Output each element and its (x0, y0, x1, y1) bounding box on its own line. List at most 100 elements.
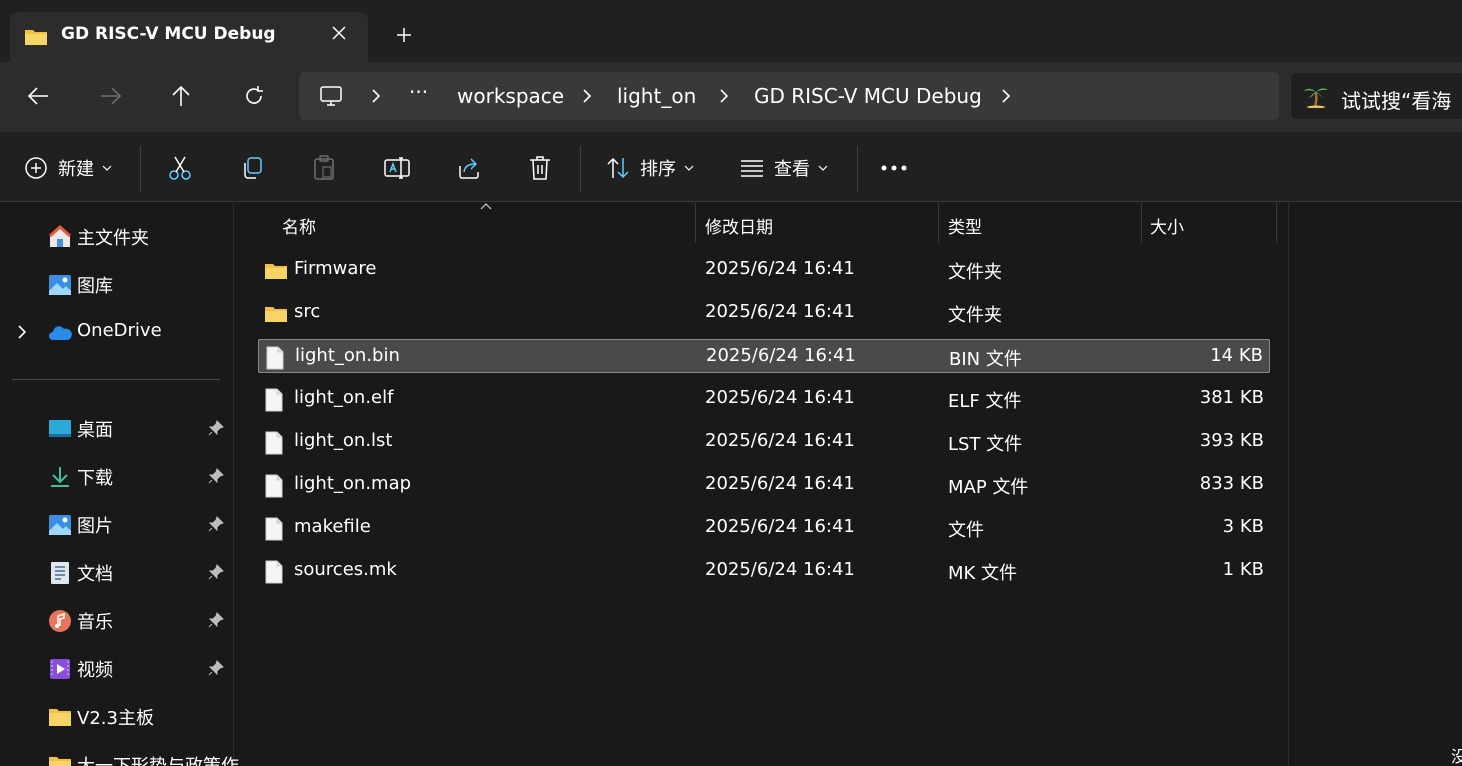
file-name: light_on.lst (294, 430, 393, 451)
sidebar-item-pictures[interactable]: 图片 (0, 506, 234, 542)
sidebar-item-policy-folder[interactable]: 大一下形势与政策作 (0, 746, 239, 766)
more-options-button[interactable] (880, 154, 908, 182)
chevron-down-icon (818, 165, 828, 171)
music-icon (49, 610, 71, 632)
table-row[interactable]: Firmware 2025/6/24 16:41 文件夹 (258, 253, 1270, 287)
column-divider[interactable] (1276, 203, 1277, 243)
active-tab[interactable]: GD RISC-V MCU Debug (10, 12, 368, 62)
share-button[interactable] (456, 154, 482, 182)
videos-icon (50, 659, 70, 679)
chevron-right-icon[interactable] (16, 324, 28, 340)
file-type: ELF 文件 (948, 391, 1022, 412)
sidebar-item-downloads[interactable]: 下载 (0, 458, 234, 494)
file-icon (264, 560, 284, 588)
column-header-size[interactable]: 大小 (1142, 203, 1276, 243)
home-icon (48, 225, 72, 247)
column-name-label: 名称 (282, 218, 316, 238)
cut-button[interactable] (168, 154, 192, 182)
sidebar-item-label: 图库 (77, 276, 113, 297)
sort-button[interactable]: 排序 (606, 154, 694, 182)
file-date: 2025/6/24 16:41 (705, 301, 855, 322)
breadcrumb-light-on[interactable]: light_on (617, 84, 696, 108)
file-list: 名称 修改日期 类型 大小 Firmware 2025/6/24 16:41 文件夹… (236, 203, 1288, 766)
sidebar-item-label: 大一下形势与政策作 (77, 752, 239, 766)
search-box[interactable]: 试试搜“看海 (1290, 72, 1462, 120)
column-date-label: 修改日期 (705, 218, 773, 238)
file-name: sources.mk (294, 559, 397, 580)
table-row[interactable]: light_on.bin 2025/6/24 16:41 BIN 文件 14 KB (258, 339, 1270, 373)
documents-icon (51, 562, 69, 584)
copy-icon (244, 157, 262, 179)
tab-title: GD RISC-V MCU Debug (61, 24, 276, 44)
new-tab-icon[interactable] (392, 23, 416, 47)
new-button[interactable]: 新建 (24, 154, 112, 182)
copy-button[interactable] (240, 154, 264, 182)
file-name: light_on.map (294, 473, 412, 494)
clipboard-icon (314, 155, 334, 180)
view-button[interactable]: 查看 (740, 154, 828, 182)
file-icon (264, 431, 284, 459)
chevron-right-icon[interactable] (997, 87, 1015, 105)
sidebar-item-label: 视频 (77, 660, 113, 681)
pin-icon[interactable] (208, 516, 224, 532)
up-arrow-icon[interactable] (167, 82, 195, 110)
sidebar-item-videos[interactable]: 视频 (0, 650, 234, 686)
table-row[interactable]: sources.mk 2025/6/24 16:41 MK 文件 1 KB (258, 554, 1270, 588)
file-type: 文件夹 (948, 305, 1002, 326)
breadcrumb-workspace[interactable]: workspace (457, 84, 564, 108)
pin-icon[interactable] (208, 660, 224, 676)
file-size: 14 KB (1210, 345, 1263, 366)
column-header-date[interactable]: 修改日期 (696, 203, 938, 243)
close-tab-icon[interactable] (328, 22, 350, 44)
scissors-icon (169, 156, 191, 180)
column-header-type[interactable]: 类型 (939, 203, 1141, 243)
pin-icon[interactable] (208, 468, 224, 484)
folder-icon (49, 757, 71, 766)
sidebar-item-label: 桌面 (77, 420, 113, 441)
table-row[interactable]: light_on.elf 2025/6/24 16:41 ELF 文件 381 KB (258, 382, 1270, 416)
table-row[interactable]: src 2025/6/24 16:41 文件夹 (258, 296, 1270, 330)
pin-icon[interactable] (208, 612, 224, 628)
table-row[interactable]: light_on.map 2025/6/24 16:41 MAP 文件 833 KB (258, 468, 1270, 502)
sidebar-item-v23-board[interactable]: V2.3主板 (0, 698, 234, 734)
back-arrow-icon[interactable] (24, 82, 52, 110)
refresh-icon[interactable] (240, 82, 268, 110)
column-header-name[interactable]: 名称 (236, 203, 695, 243)
file-date: 2025/6/24 16:41 (705, 430, 855, 451)
chevron-right-icon[interactable] (715, 87, 733, 105)
sidebar-item-music[interactable]: 音乐 (0, 602, 234, 638)
table-row[interactable]: light_on.lst 2025/6/24 16:41 LST 文件 393 KB (258, 425, 1270, 459)
palm-tree-icon (1303, 84, 1329, 112)
title-bar: GD RISC-V MCU Debug (0, 0, 1462, 62)
delete-button[interactable] (528, 154, 552, 182)
address-bar[interactable]: ··· workspace light_on GD RISC-V MCU Deb… (299, 72, 1279, 120)
sidebar-item-onedrive[interactable]: OneDrive (0, 314, 234, 350)
file-date: 2025/6/24 16:41 (706, 345, 856, 366)
sidebar-item-gallery[interactable]: 图库 (0, 266, 234, 302)
file-size: 3 KB (1222, 516, 1264, 537)
sort-icon (607, 157, 629, 179)
file-size: 393 KB (1199, 430, 1264, 451)
sidebar-item-label: 图片 (77, 516, 113, 537)
sidebar-item-desktop[interactable]: 桌面 (0, 410, 234, 446)
file-name: makefile (294, 516, 371, 537)
this-pc-icon[interactable] (319, 84, 343, 112)
breadcrumb-current-folder[interactable]: GD RISC-V MCU Debug (754, 84, 982, 108)
sidebar-item-home[interactable]: 主文件夹 (0, 218, 234, 254)
breadcrumb-overflow[interactable]: ··· (409, 80, 428, 104)
chevron-right-icon[interactable] (578, 87, 596, 105)
pin-icon[interactable] (208, 420, 224, 436)
rename-icon (384, 157, 410, 179)
file-size: 381 KB (1199, 387, 1264, 408)
sidebar-item-documents[interactable]: 文档 (0, 554, 234, 590)
sidebar-item-label: OneDrive (77, 320, 162, 341)
folder-icon (24, 27, 48, 51)
toolbar-divider (580, 146, 581, 192)
table-row[interactable]: makefile 2025/6/24 16:41 文件 3 KB (258, 511, 1270, 545)
paste-button[interactable] (312, 154, 336, 182)
file-size: 833 KB (1199, 473, 1264, 494)
chevron-right-icon[interactable] (367, 87, 385, 105)
rename-button[interactable] (384, 154, 410, 182)
pin-icon[interactable] (208, 564, 224, 580)
forward-arrow-icon[interactable] (97, 82, 125, 110)
